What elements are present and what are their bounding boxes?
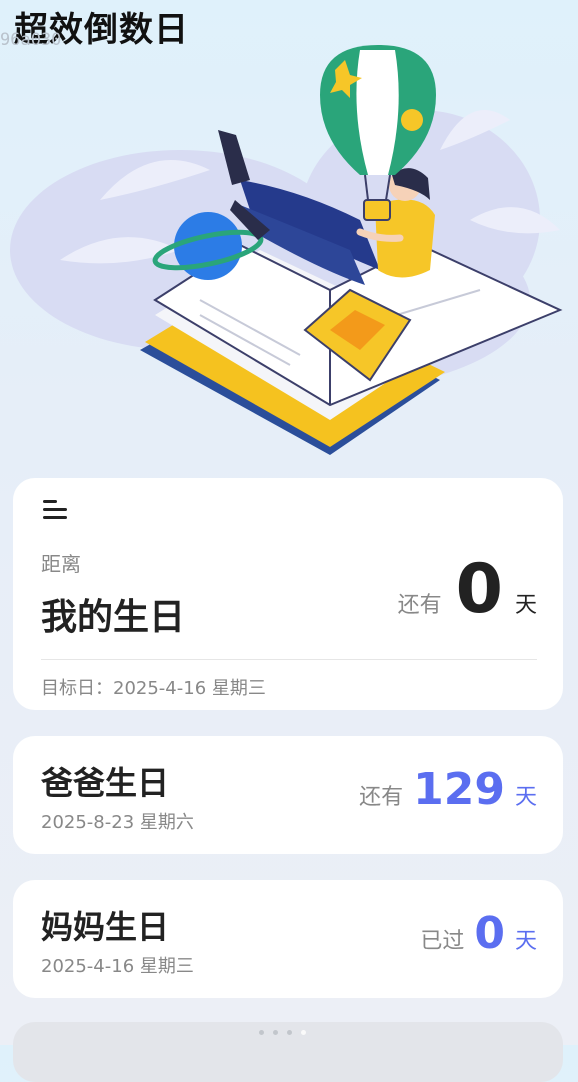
event-days: 0	[474, 908, 505, 959]
event-status-label: 还有	[359, 785, 404, 810]
event-unit: 天	[514, 929, 537, 954]
event-unit: 天	[514, 785, 537, 810]
target-date: 目标日：2025-4-16 星期三	[41, 678, 266, 699]
page-indicator	[259, 1030, 306, 1035]
event-title: 爸爸生日	[41, 764, 170, 802]
page-dot	[259, 1030, 264, 1035]
event-status-label: 已过	[420, 929, 465, 954]
event-countdown: 已过 0 天	[420, 912, 537, 956]
remain-unit: 天	[514, 593, 537, 618]
event-days: 129	[413, 764, 505, 815]
event-countdown: 还有 129 天	[359, 768, 537, 812]
hero-illustration	[10, 45, 563, 455]
page-dot	[273, 1030, 278, 1035]
main-event-title: 我的生日	[41, 597, 186, 638]
divider	[41, 659, 537, 660]
event-card-mom[interactable]: 妈妈生日 2025-4-16 星期三 已过 0 天	[13, 880, 563, 998]
distance-label: 距离	[41, 552, 81, 576]
event-date: 2025-4-16 星期三	[41, 956, 194, 977]
event-title: 妈妈生日	[41, 908, 170, 946]
main-countdown-card[interactable]: 距离 我的生日 还有 0 天 目标日：2025-4-16 星期三	[13, 478, 563, 710]
menu-icon[interactable]	[43, 500, 67, 520]
page-dot	[287, 1030, 292, 1035]
remain-days: 0	[455, 550, 503, 629]
page-dot-active	[301, 1030, 306, 1035]
event-date: 2025-8-23 星期六	[41, 812, 194, 833]
event-card-dad[interactable]: 爸爸生日 2025-8-23 星期六 还有 129 天	[13, 736, 563, 854]
main-remaining: 还有 0 天	[398, 556, 537, 624]
remain-label: 还有	[397, 593, 442, 618]
